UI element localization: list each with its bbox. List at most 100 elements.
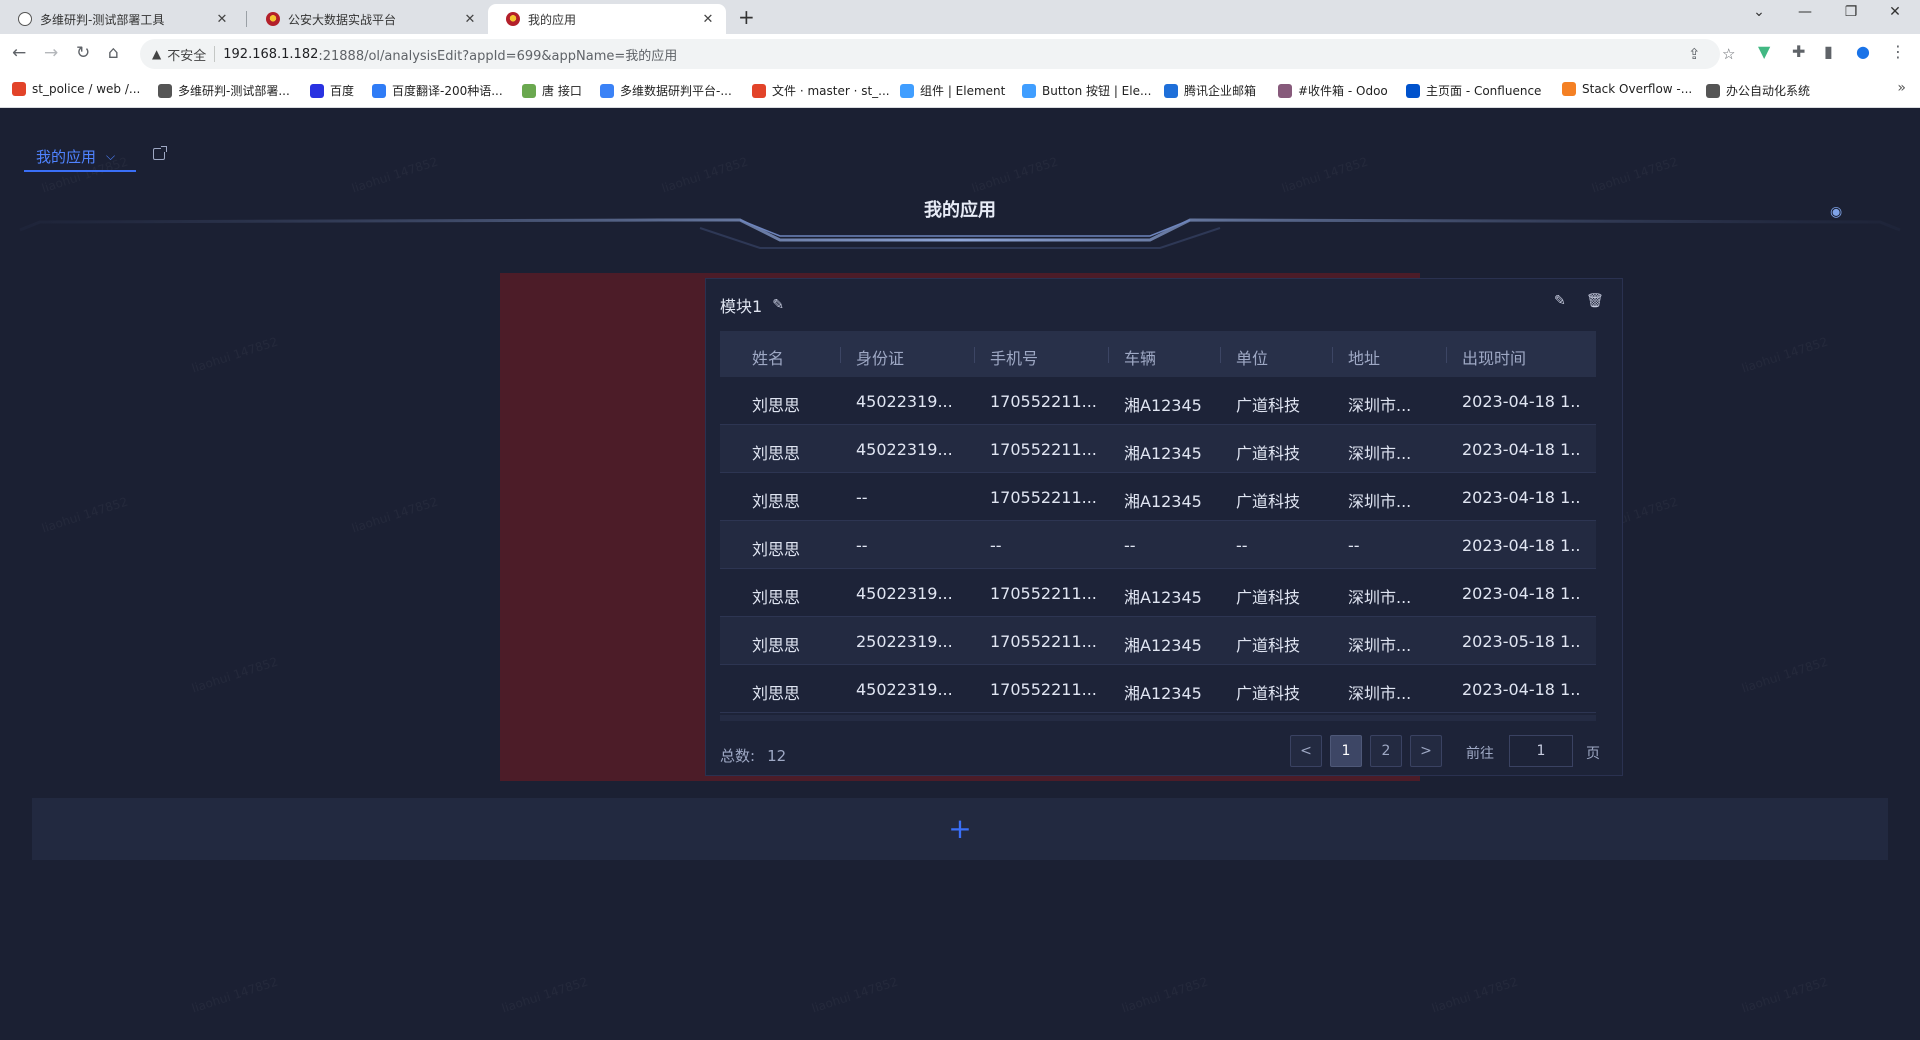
- bookmark-item[interactable]: 多维研判-测试部署...: [158, 82, 290, 99]
- table-cell: 湘A12345: [1124, 636, 1202, 655]
- eye-hidden-icon[interactable]: ◉: [1830, 204, 1842, 220]
- edit-icon[interactable]: ✎: [1554, 293, 1566, 309]
- column-header[interactable]: 身份证: [856, 345, 904, 369]
- data-table: 姓名 身份证 手机号 车辆 单位 地址 出现时间 刘思思 45022319... 1705522…: [720, 331, 1596, 715]
- edit-title-icon[interactable]: ✎: [772, 297, 784, 313]
- url-path: :21888/ol/analysisEdit?appId=699&appName…: [318, 48, 678, 64]
- bookmark-star-icon[interactable]: ☆: [1722, 45, 1735, 63]
- page-2-button[interactable]: 2: [1370, 735, 1402, 767]
- tab-title: 公安大数据实战平台: [288, 12, 397, 27]
- vue-devtools-icon[interactable]: ▼: [1758, 42, 1770, 61]
- table-row[interactable]: 刘思思 -- 170552211... 湘A12345 广道科技 深圳市... 2023-0…: [720, 473, 1596, 521]
- home-icon[interactable]: ⌂: [108, 43, 119, 63]
- table-cell: 广道科技: [1236, 684, 1301, 703]
- bookmark-item[interactable]: 多维数据研判平台-...: [600, 82, 732, 99]
- table-row[interactable]: 刘思思 -- -- -- -- -- 2023-04-18 1...: [720, 521, 1596, 569]
- table-cell: 2023-04-18 1...: [1462, 488, 1582, 507]
- minimize-icon[interactable]: —: [1790, 4, 1820, 20]
- browser-tab-strip: 多维研判-测试部署工具 ✕ 公安大数据实战平台 ✕ 我的应用 ✕ + ⌄ — ❐…: [0, 0, 1920, 34]
- bookmark-item[interactable]: 百度: [310, 82, 354, 99]
- table-row[interactable]: 刘思思 45022319... 170552211... 湘A12345 广道科技 深圳市…: [720, 665, 1596, 713]
- bookmark-item[interactable]: 唐 接口: [522, 82, 582, 99]
- window-close-icon[interactable]: ✕: [1880, 4, 1910, 20]
- goto-label: 前往: [1466, 746, 1494, 762]
- column-separator: [840, 347, 841, 363]
- bookmark-item[interactable]: 办公自动化系统: [1706, 82, 1810, 99]
- new-tab-icon[interactable]: +: [738, 5, 755, 29]
- table-row[interactable]: 刘思思 45022319... 170552211... 湘A12345 广道科技 深圳市…: [720, 377, 1596, 425]
- table-cell: 刘思思: [752, 636, 801, 655]
- goto-page-input[interactable]: 1: [1509, 735, 1573, 767]
- column-separator: [1446, 347, 1447, 363]
- gitlab-icon: [12, 82, 26, 96]
- horizontal-scrollbar[interactable]: [720, 715, 1596, 721]
- total-count: 总数: 12: [720, 745, 786, 766]
- bookmark-item[interactable]: Button 按钮 | Ele...: [1022, 82, 1151, 99]
- bookmark-item[interactable]: 百度翻译-200种语...: [372, 82, 503, 99]
- globe-icon: [1706, 83, 1720, 98]
- share-icon[interactable]: ⇪: [1688, 45, 1701, 63]
- profile-avatar-icon[interactable]: ●: [1856, 42, 1870, 61]
- table-cell: 刘思思: [752, 540, 801, 559]
- extensions-icon[interactable]: ✚: [1792, 42, 1805, 61]
- mail-icon: [1164, 83, 1178, 98]
- bookmark-item[interactable]: 文件 · master · st_...: [752, 82, 890, 99]
- column-header[interactable]: 出现时间: [1462, 345, 1526, 369]
- page-1-button[interactable]: 1: [1330, 735, 1362, 767]
- side-panel-icon[interactable]: ▮: [1824, 42, 1833, 61]
- page-suffix: 页: [1586, 746, 1600, 762]
- tab-title: 我的应用: [528, 12, 577, 27]
- bookmark-item[interactable]: 腾讯企业邮箱: [1164, 82, 1256, 99]
- column-separator: [974, 347, 975, 363]
- table-cell: 45022319...: [856, 584, 953, 603]
- warning-icon: ▲: [152, 47, 162, 61]
- reload-icon[interactable]: ↻: [76, 43, 90, 63]
- watermark-text: liaohui 147852: [190, 335, 279, 376]
- tab-title: 多维研判-测试部署工具: [40, 12, 165, 27]
- prev-page-button[interactable]: <: [1290, 735, 1322, 767]
- bookmark-item[interactable]: 主页面 - Confluence: [1406, 82, 1541, 99]
- browser-tab-1[interactable]: 多维研判-测试部署工具 ✕: [0, 4, 240, 34]
- bookmark-label: Stack Overflow -...: [1582, 82, 1693, 96]
- table-cell: 刘思思: [752, 684, 801, 703]
- table-cell: 深圳市...: [1348, 684, 1412, 703]
- column-header[interactable]: 车辆: [1124, 345, 1156, 369]
- next-page-button[interactable]: >: [1410, 735, 1442, 767]
- bookmark-label: 唐 接口: [542, 84, 582, 98]
- add-module-bar[interactable]: +: [32, 798, 1888, 860]
- more-bookmarks-icon[interactable]: »: [1897, 80, 1906, 96]
- table-row[interactable]: 刘思思 45022319... 170552211... 湘A12345 广道科技 深圳市…: [720, 425, 1596, 473]
- header-decoration: [19, 218, 1901, 249]
- bookmark-item[interactable]: 组件 | Element: [900, 82, 1005, 99]
- module-panel: 模块1 ✎ ✎ 🗑 姓名 身份证 手机号 车辆 单位 地址 出现时间 刘思思 45022319…: [705, 278, 1623, 776]
- menu-icon[interactable]: ⋮: [1890, 42, 1906, 61]
- table-row[interactable]: 刘思思 45022319... 170552211... 湘A12345 广道科技 深圳市…: [720, 569, 1596, 617]
- bookmark-label: 多维数据研判平台-...: [620, 84, 732, 98]
- table-cell: 湘A12345: [1124, 396, 1202, 415]
- column-separator: [1108, 347, 1109, 363]
- restore-icon[interactable]: ❐: [1836, 4, 1866, 20]
- table-cell: 45022319...: [856, 392, 953, 411]
- close-icon[interactable]: ✕: [700, 12, 716, 27]
- bookmark-label: 百度翻译-200种语...: [392, 84, 503, 98]
- delete-icon[interactable]: 🗑: [1586, 293, 1604, 309]
- api-icon: [522, 83, 536, 98]
- close-icon[interactable]: ✕: [462, 12, 478, 27]
- tab-search-icon[interactable]: ⌄: [1744, 4, 1774, 20]
- close-icon[interactable]: ✕: [214, 12, 230, 27]
- bookmark-item[interactable]: st_police / web /...: [12, 82, 140, 96]
- bookmarks-bar: st_police / web /... 多维研判-测试部署... 百度 百度翻译-2…: [0, 74, 1920, 108]
- forward-icon[interactable]: →: [44, 43, 58, 63]
- column-header[interactable]: 地址: [1348, 345, 1380, 369]
- bookmark-item[interactable]: #收件箱 - Odoo: [1278, 82, 1388, 99]
- baidu-icon: [310, 83, 324, 98]
- browser-tab-3-active[interactable]: 我的应用 ✕: [488, 4, 726, 34]
- column-header[interactable]: 单位: [1236, 345, 1268, 369]
- browser-tab-2[interactable]: 公安大数据实战平台 ✕: [248, 4, 488, 34]
- address-bar[interactable]: ▲ 不安全 192.168.1.182 :21888/ol/analysisEd…: [140, 39, 1735, 69]
- back-icon[interactable]: ←: [12, 43, 26, 63]
- bookmark-item[interactable]: Stack Overflow -...: [1562, 82, 1692, 96]
- column-header[interactable]: 姓名: [752, 345, 784, 369]
- column-header[interactable]: 手机号: [990, 345, 1038, 369]
- table-row[interactable]: 刘思思 25022319... 170552211... 湘A12345 广道科技 深圳市…: [720, 617, 1596, 665]
